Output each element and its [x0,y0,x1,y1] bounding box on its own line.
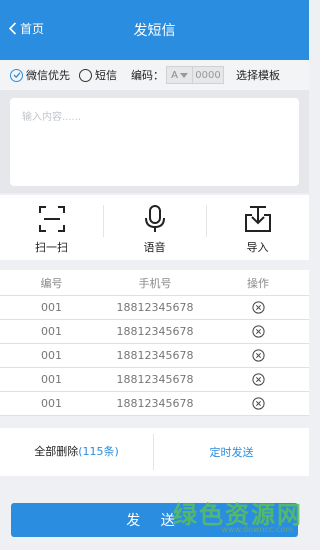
row-phone: 18812345678 [116,397,194,410]
code-select-value: A [171,69,178,81]
header-id: 编号 [40,276,63,290]
table-row: 001 18812345678 [0,344,309,368]
header-phone: 手机号 [138,276,172,290]
row-phone: 18812345678 [116,325,194,338]
row-id: 001 [41,301,62,314]
row-phone: 18812345678 [116,373,194,386]
sms-label: 短信 [95,69,117,82]
table-row: 001 18812345678 [0,368,309,392]
tools-bar: 扫一扫 语音 导入 [0,195,309,260]
page-title: 发短信 [133,23,176,39]
delete-row-button[interactable] [207,373,309,386]
delete-row-button[interactable] [207,349,309,362]
table-row: 001 18812345678 [0,320,309,344]
wechat-priority-radio[interactable]: 微信优先 [10,67,70,83]
delete-circle-icon [251,397,265,410]
delete-circle-icon [251,325,265,338]
wechat-priority-label: 微信优先 [26,69,70,82]
delete-circle-icon [251,301,265,314]
scan-icon [38,206,65,232]
import-label: 导入 [246,241,269,254]
bottom-actions: 全部删除(115条) 定时发送 [0,428,309,476]
code-label: 编码： [131,69,164,82]
message-area [0,90,309,193]
delete-row-button[interactable] [207,325,309,338]
send-button[interactable]: 发 送 [11,503,298,537]
microphone-icon [144,205,165,232]
scan-button[interactable]: 扫一扫 [0,195,103,260]
dropdown-arrow-icon [179,72,188,78]
table-row: 001 18812345678 [0,296,309,320]
table-row: 001 18812345678 [0,392,309,416]
delete-row-button[interactable] [207,397,309,410]
delete-row-button[interactable] [207,301,309,314]
delete-circle-icon [251,349,265,362]
send-options-bar: 微信优先 短信 编码： A 0000 选择模板 [0,60,309,90]
delete-circle-icon [251,373,265,386]
voice-button[interactable]: 语音 [103,195,206,260]
delete-all-button[interactable]: 全部删除(115条) [0,434,154,470]
row-id: 001 [41,349,62,362]
voice-label: 语音 [143,241,166,254]
row-id: 001 [41,397,62,410]
recipient-table: 编号 手机号 操作 001 18812345678 001 1881234567… [0,270,309,416]
row-id: 001 [41,325,62,338]
top-bar: 首页 发短信 [0,0,309,60]
schedule-send-button[interactable]: 定时发送 [154,444,309,460]
table-header: 编号 手机号 操作 [0,270,309,296]
message-input[interactable] [10,98,299,186]
import-button[interactable]: 导入 [206,195,309,260]
radio-checked-icon [10,68,23,82]
code-box: A 0000 [166,66,224,84]
radio-unchecked-icon [79,68,92,82]
code-select[interactable]: A [167,67,193,83]
code-input[interactable]: 0000 [193,67,223,83]
sms-radio[interactable]: 短信 [79,67,117,83]
select-template-button[interactable]: 选择模板 [236,67,280,83]
delete-all-label: 全部删除 [34,445,79,458]
header-action: 操作 [247,276,269,290]
recipient-count: (115条) [78,445,119,458]
scan-label: 扫一扫 [35,241,68,254]
import-icon [244,206,271,232]
row-phone: 18812345678 [116,349,194,362]
row-phone: 18812345678 [116,301,194,314]
row-id: 001 [41,373,62,386]
